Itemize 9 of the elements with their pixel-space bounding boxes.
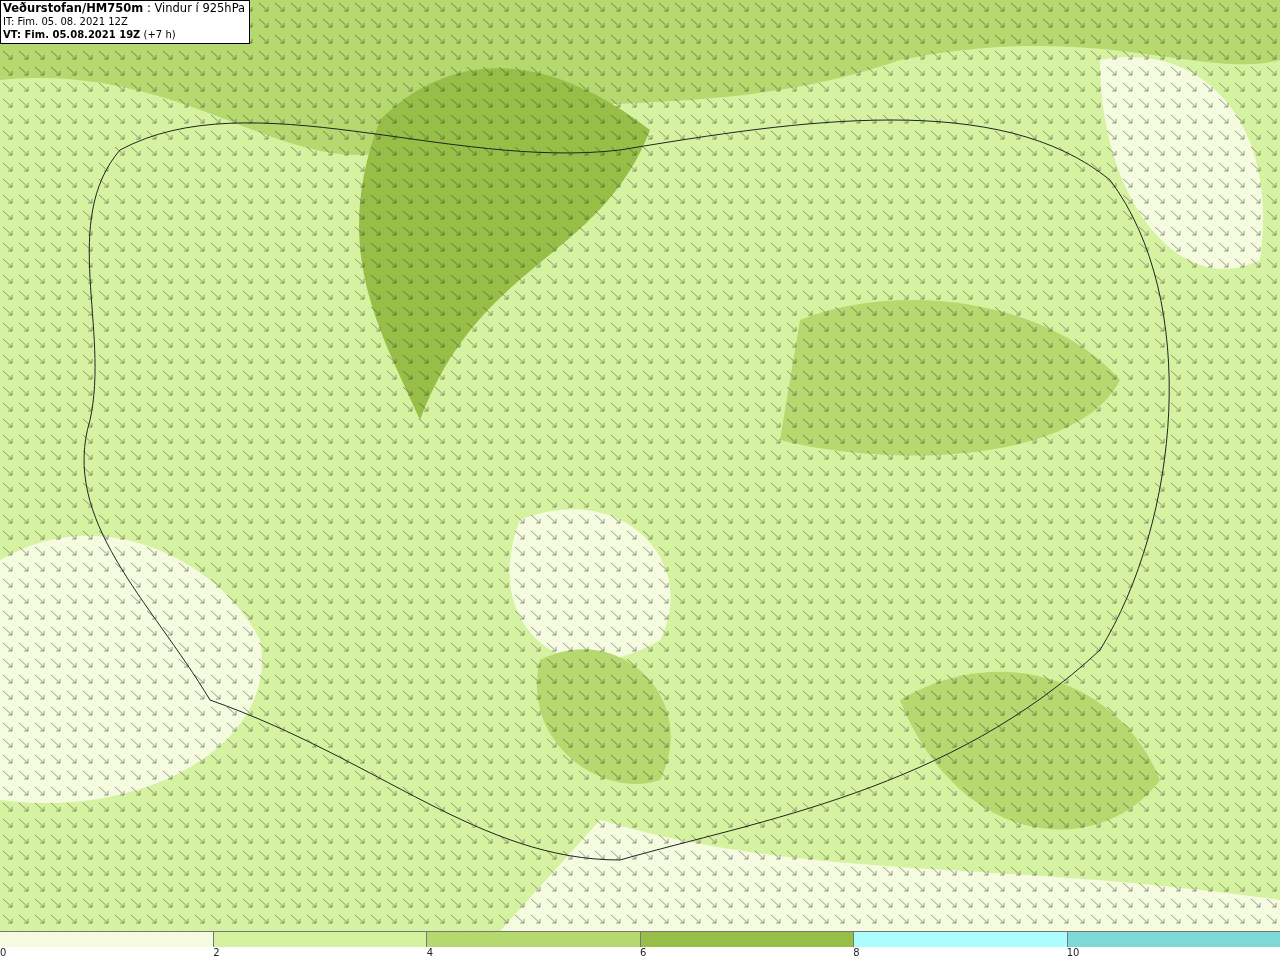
legend-label: 4 [426,947,434,959]
legend-label: 2 [213,947,220,959]
forecast-time-text: IT: Fim. 05. 08. 2021 12Z [3,15,129,28]
legend-label: 8 [853,947,860,959]
legend-label: 0 [0,947,7,959]
legend-label: 6 [640,947,647,959]
map-title: Veðurstofan/HM750m : Vindur í 925hPa [3,2,246,15]
forecast-time-text: VT: Fim. 05.08.2021 19Z (+7 h) [3,28,177,41]
legend-label: 10 [1066,947,1080,959]
